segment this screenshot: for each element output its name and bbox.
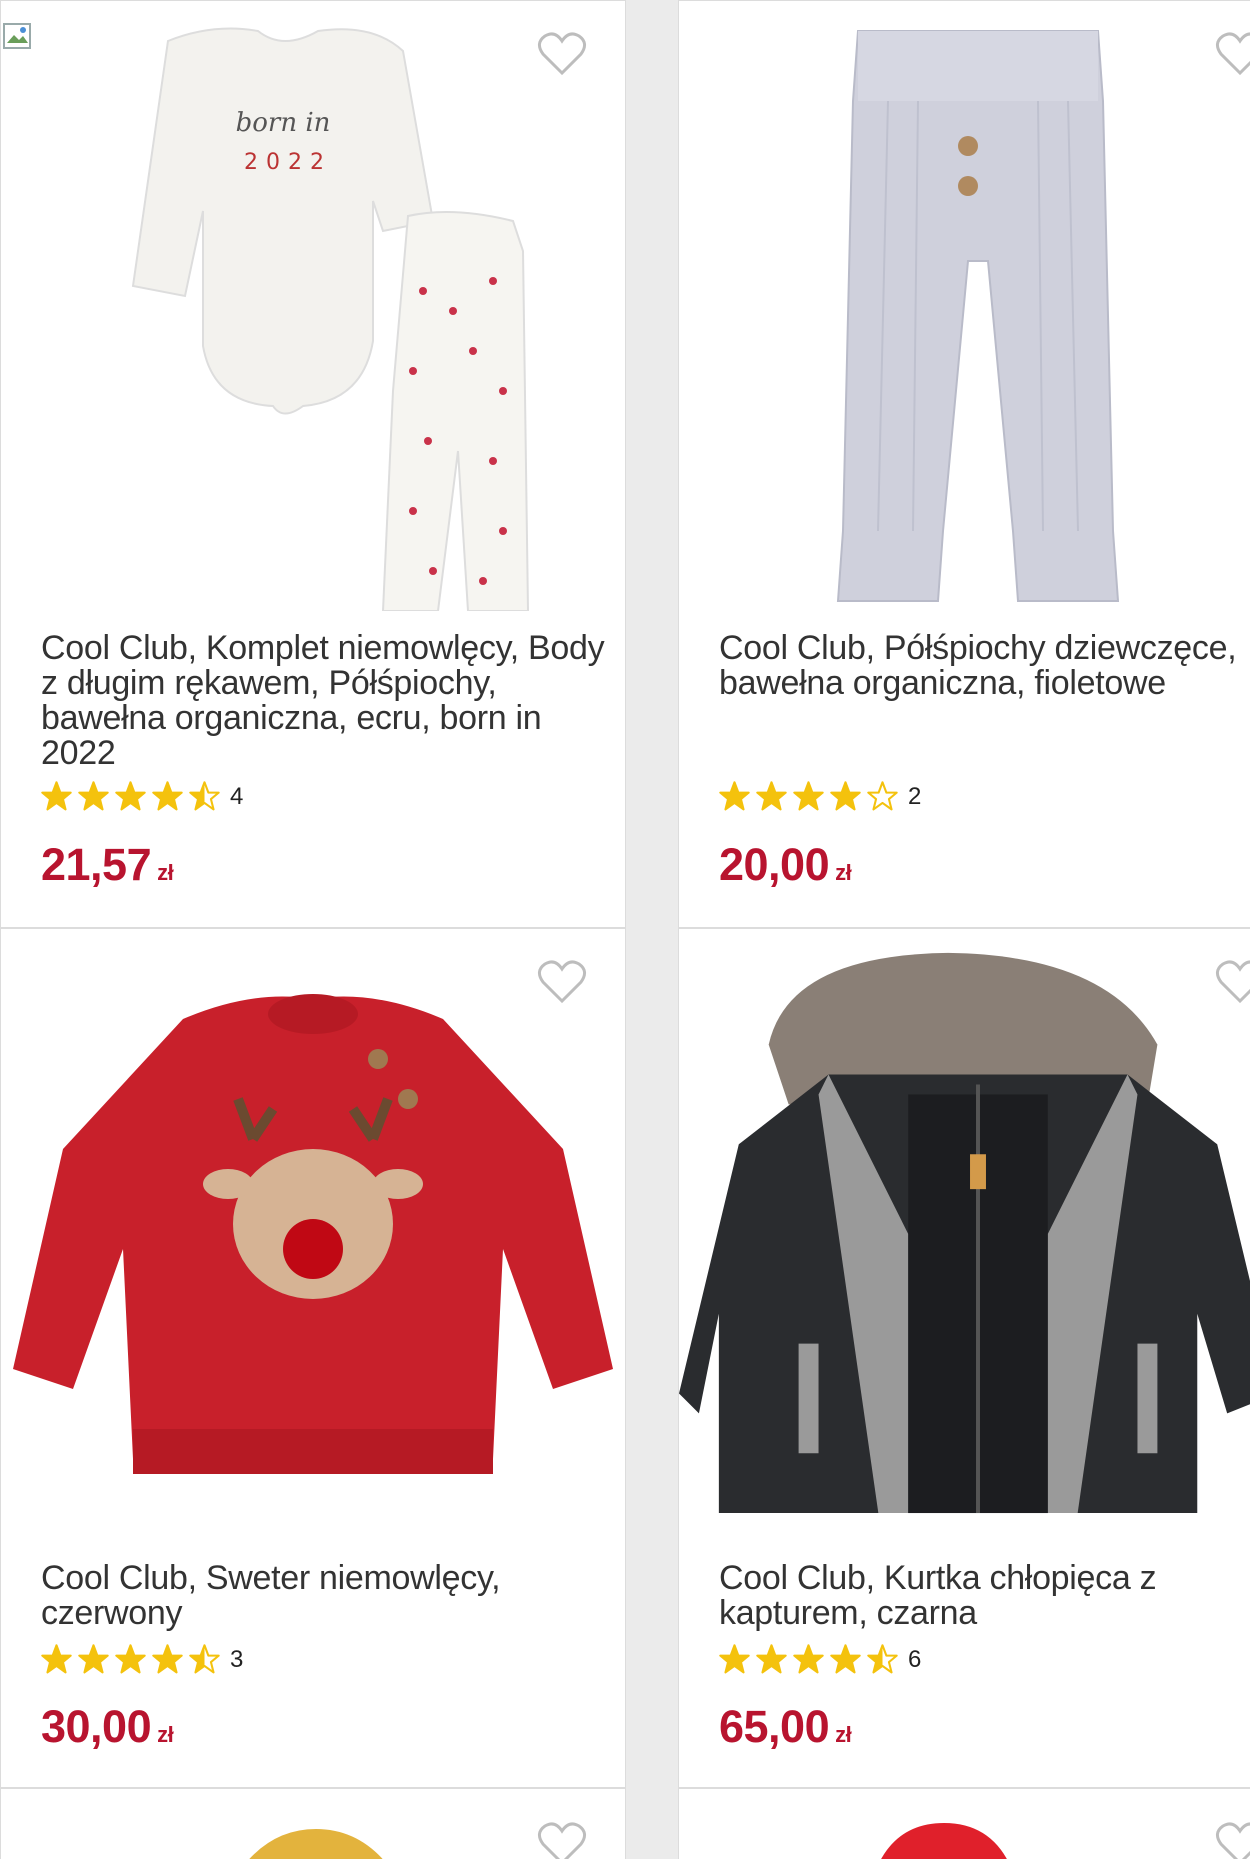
jacket-image	[679, 952, 1250, 1514]
rating-stars	[41, 781, 220, 812]
product-image-partial[interactable]	[231, 1829, 401, 1859]
bodysuit-set-image: born in 2022	[131, 27, 530, 611]
favorite-heart-icon[interactable]	[1215, 31, 1250, 77]
star-rating: 6	[719, 1644, 921, 1675]
product-price: 65,00 zł	[719, 1701, 852, 1753]
review-count: 6	[908, 1645, 922, 1673]
star-half-icon	[189, 1644, 220, 1674]
price-currency: zł	[157, 860, 174, 885]
favorite-heart-icon[interactable]	[537, 1821, 587, 1859]
star-full-icon	[719, 1644, 750, 1674]
star-full-icon	[78, 781, 109, 811]
star-full-icon	[756, 781, 787, 811]
price-currency: zł	[835, 860, 852, 885]
review-count: 3	[230, 1645, 244, 1673]
favorite-heart-icon[interactable]	[537, 31, 587, 77]
price-currency: zł	[835, 1722, 852, 1747]
product-card[interactable]	[678, 1788, 1250, 1859]
product-card[interactable]: Cool Club, Kurtka chłopięca z kapturem, …	[678, 928, 1250, 1788]
print-text-born-in: born in	[236, 108, 331, 138]
product-image-partial[interactable]	[869, 1823, 1019, 1859]
star-full-icon	[719, 781, 750, 811]
star-full-icon	[115, 1644, 146, 1674]
product-price: 20,00 zł	[719, 839, 852, 891]
product-image[interactable]	[1, 929, 625, 1529]
product-card[interactable]: Cool Club, Sweter niemowlęcy, czerwony 3…	[0, 928, 626, 1788]
product-card[interactable]: born in 2022 Cool Club, Komplet niemowlę…	[0, 0, 626, 928]
review-count: 2	[908, 782, 922, 810]
star-full-icon	[793, 1644, 824, 1674]
price-value: 21,57	[41, 839, 152, 890]
product-card[interactable]: Cool Club, Półśpiochy dziewczęce, bawełn…	[678, 0, 1250, 928]
star-half-icon	[189, 781, 220, 811]
star-full-icon	[41, 1644, 72, 1674]
product-title[interactable]: Cool Club, Komplet niemowlęcy, Body z dł…	[41, 631, 615, 771]
product-image[interactable]: born in 2022	[1, 1, 625, 621]
star-full-icon	[115, 781, 146, 811]
star-full-icon	[830, 1644, 861, 1674]
star-full-icon	[78, 1644, 109, 1674]
star-rating: 2	[719, 781, 921, 812]
product-image[interactable]	[679, 929, 1250, 1529]
price-value: 65,00	[719, 1701, 830, 1752]
star-full-icon	[793, 781, 824, 811]
star-full-icon	[41, 781, 72, 811]
price-currency: zł	[157, 1722, 174, 1747]
pants-image	[836, 30, 1120, 602]
favorite-heart-icon[interactable]	[1215, 1821, 1250, 1859]
price-value: 20,00	[719, 839, 830, 890]
sweater-image	[13, 994, 613, 1474]
rating-stars	[719, 1644, 898, 1675]
rating-stars	[719, 781, 898, 812]
star-full-icon	[830, 781, 861, 811]
product-price: 30,00 zł	[41, 1701, 174, 1753]
product-price: 21,57 zł	[41, 839, 174, 891]
favorite-heart-icon[interactable]	[1215, 959, 1250, 1005]
star-full-icon	[756, 1644, 787, 1674]
product-card[interactable]	[0, 1788, 626, 1859]
product-grid: born in 2022 Cool Club, Komplet niemowlę…	[0, 0, 1250, 1859]
product-title[interactable]: Cool Club, Półśpiochy dziewczęce, bawełn…	[719, 631, 1250, 701]
product-title[interactable]: Cool Club, Sweter niemowlęcy, czerwony	[41, 1561, 615, 1631]
review-count: 4	[230, 782, 244, 810]
price-value: 30,00	[41, 1701, 152, 1752]
rating-stars	[41, 1644, 220, 1675]
favorite-heart-icon[interactable]	[537, 959, 587, 1005]
star-empty-icon	[867, 781, 898, 811]
product-image[interactable]	[679, 1, 1250, 621]
star-half-icon	[867, 1644, 898, 1674]
star-full-icon	[152, 781, 183, 811]
product-title[interactable]: Cool Club, Kurtka chłopięca z kapturem, …	[719, 1561, 1250, 1631]
print-text-year: 2022	[244, 150, 332, 175]
star-rating: 3	[41, 1644, 243, 1675]
star-full-icon	[152, 1644, 183, 1674]
star-rating: 4	[41, 781, 243, 812]
